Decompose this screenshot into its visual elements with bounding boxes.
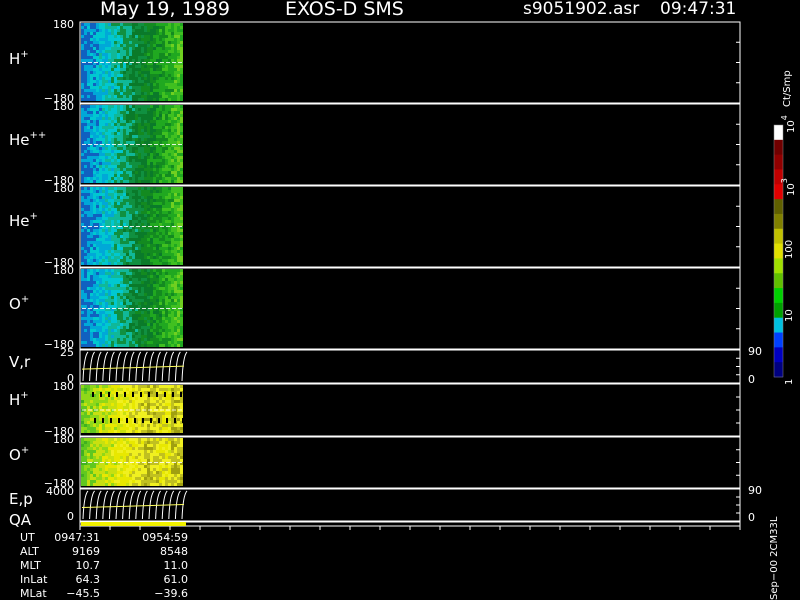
colorbar-segment-12 bbox=[774, 302, 783, 319]
colorbar-label-3: 103 bbox=[780, 178, 797, 196]
panel-top-tick-vr: 25 bbox=[60, 346, 74, 359]
sms-plot-page: { "header": { "date": "May 19, 1989", "i… bbox=[0, 0, 800, 600]
panel-label-vr: V,r bbox=[9, 353, 31, 371]
colorbar-segment-6 bbox=[774, 213, 783, 230]
colorbar-segment-16 bbox=[774, 362, 783, 378]
gap-mark-bottom-9 bbox=[166, 418, 168, 423]
colorbar-segment-15 bbox=[774, 347, 783, 363]
gap-mark-bottom-4 bbox=[126, 418, 128, 423]
panel-top-tick-h_plus: 180 bbox=[53, 18, 74, 31]
colorbar-segment-7 bbox=[774, 228, 783, 245]
gap-mark-top-7 bbox=[148, 392, 150, 397]
gap-mark-top-0 bbox=[92, 392, 94, 397]
gap-mark-top-1 bbox=[100, 392, 102, 397]
colorbar-label-0: 1 bbox=[784, 378, 795, 385]
orbit-end-2: 11.0 bbox=[163, 559, 189, 572]
gap-mark-bottom-8 bbox=[158, 418, 160, 423]
orbit-label-4: MLat bbox=[20, 587, 47, 600]
orbit-end-4: −39.6 bbox=[154, 587, 188, 600]
colorbar-segment-1 bbox=[774, 139, 783, 156]
gap-mark-top-10 bbox=[172, 392, 174, 397]
gap-mark-bottom-11 bbox=[182, 418, 184, 423]
orbit-start-1: 9169 bbox=[72, 545, 100, 558]
panel-top-tick-o_plus_2: 180 bbox=[53, 433, 74, 446]
gap-mark-bottom-3 bbox=[118, 418, 120, 423]
panel-label-o_plus_2: O+ bbox=[9, 445, 30, 464]
panel-right-bottom-vr: 0 bbox=[748, 373, 755, 386]
orbit-label-1: ALT bbox=[20, 545, 39, 558]
colorbar-label-4: 104 bbox=[780, 115, 797, 133]
colorbar-segment-0 bbox=[774, 125, 783, 141]
gap-mark-bottom-1 bbox=[102, 418, 104, 423]
colorbar-segment-9 bbox=[774, 258, 783, 274]
orbit-end-0: 0954:59 bbox=[142, 531, 188, 544]
gap-mark-top-9 bbox=[164, 392, 166, 397]
panel-bottom-tick-ep: 0 bbox=[67, 510, 74, 523]
colorbar-segment-8 bbox=[774, 243, 783, 259]
orbit-start-0: 0947:31 bbox=[54, 531, 100, 544]
orbit-start-3: 64.3 bbox=[75, 573, 101, 586]
panel-right-top-ep: 90 bbox=[748, 484, 762, 497]
colorbar-segment-11 bbox=[774, 288, 783, 304]
gap-mark-top-11 bbox=[180, 392, 182, 397]
panel-top-tick-h_plus_2: 180 bbox=[53, 380, 74, 393]
colorbar-label-1: 10 bbox=[784, 309, 795, 322]
footer-note: Sep−00 2CM33L bbox=[769, 516, 780, 600]
gap-mark-top-4 bbox=[124, 392, 126, 397]
gap-mark-top-6 bbox=[140, 392, 142, 397]
gap-mark-bottom-10 bbox=[174, 418, 176, 423]
panel-label-ep: E,p bbox=[9, 490, 33, 508]
orbit-label-2: MLT bbox=[20, 559, 41, 572]
panel-label-h_plus_2: H+ bbox=[9, 390, 29, 409]
orbit-end-3: 61.0 bbox=[163, 573, 189, 586]
gap-mark-top-3 bbox=[116, 392, 118, 397]
gap-mark-bottom-5 bbox=[134, 418, 136, 423]
orbit-label-0: UT bbox=[20, 531, 35, 544]
gap-mark-bottom-0 bbox=[94, 418, 96, 423]
gap-mark-bottom-7 bbox=[150, 418, 152, 423]
plot-canvas bbox=[79, 21, 784, 530]
orbit-end-1: 8548 bbox=[160, 545, 188, 558]
panel-top-tick-ep: 4000 bbox=[46, 485, 74, 498]
orbit-label-3: InLat bbox=[20, 573, 48, 586]
colorbar-segment-4 bbox=[774, 184, 783, 200]
colorbar-label-2: 100 bbox=[784, 239, 795, 259]
qa-label: QA bbox=[9, 511, 32, 529]
gap-mark-top-5 bbox=[132, 392, 134, 397]
qa-bar bbox=[81, 522, 186, 526]
gap-mark-top-8 bbox=[156, 392, 158, 397]
colorbar-segment-10 bbox=[774, 273, 783, 289]
gap-mark-bottom-2 bbox=[110, 418, 112, 423]
colorbar-segment-13 bbox=[774, 317, 783, 334]
panel-label-o_plus: O+ bbox=[9, 294, 30, 313]
colorbar-segment-14 bbox=[774, 332, 783, 348]
gap-mark-bottom-6 bbox=[142, 418, 144, 423]
panel-right-bottom-ep: 0 bbox=[748, 511, 755, 524]
panel-label-he_plus: He+ bbox=[9, 211, 38, 230]
orbit-start-4: −45.5 bbox=[66, 587, 100, 600]
panel-top-tick-he_pp: 180 bbox=[53, 100, 74, 113]
orbit-start-2: 10.7 bbox=[75, 559, 101, 572]
gap-mark-top-2 bbox=[108, 392, 110, 397]
colorbar-unit: Ct/Smp bbox=[782, 70, 793, 107]
colorbar-segment-2 bbox=[774, 154, 783, 170]
panel-top-tick-he_plus: 180 bbox=[53, 182, 74, 195]
panel-label-h_plus: H+ bbox=[9, 49, 29, 68]
panel-top-tick-o_plus: 180 bbox=[53, 264, 74, 277]
colorbar-segment-5 bbox=[774, 199, 783, 215]
panel-label-he_pp: He++ bbox=[9, 130, 47, 149]
panel-right-top-vr: 90 bbox=[748, 345, 762, 358]
